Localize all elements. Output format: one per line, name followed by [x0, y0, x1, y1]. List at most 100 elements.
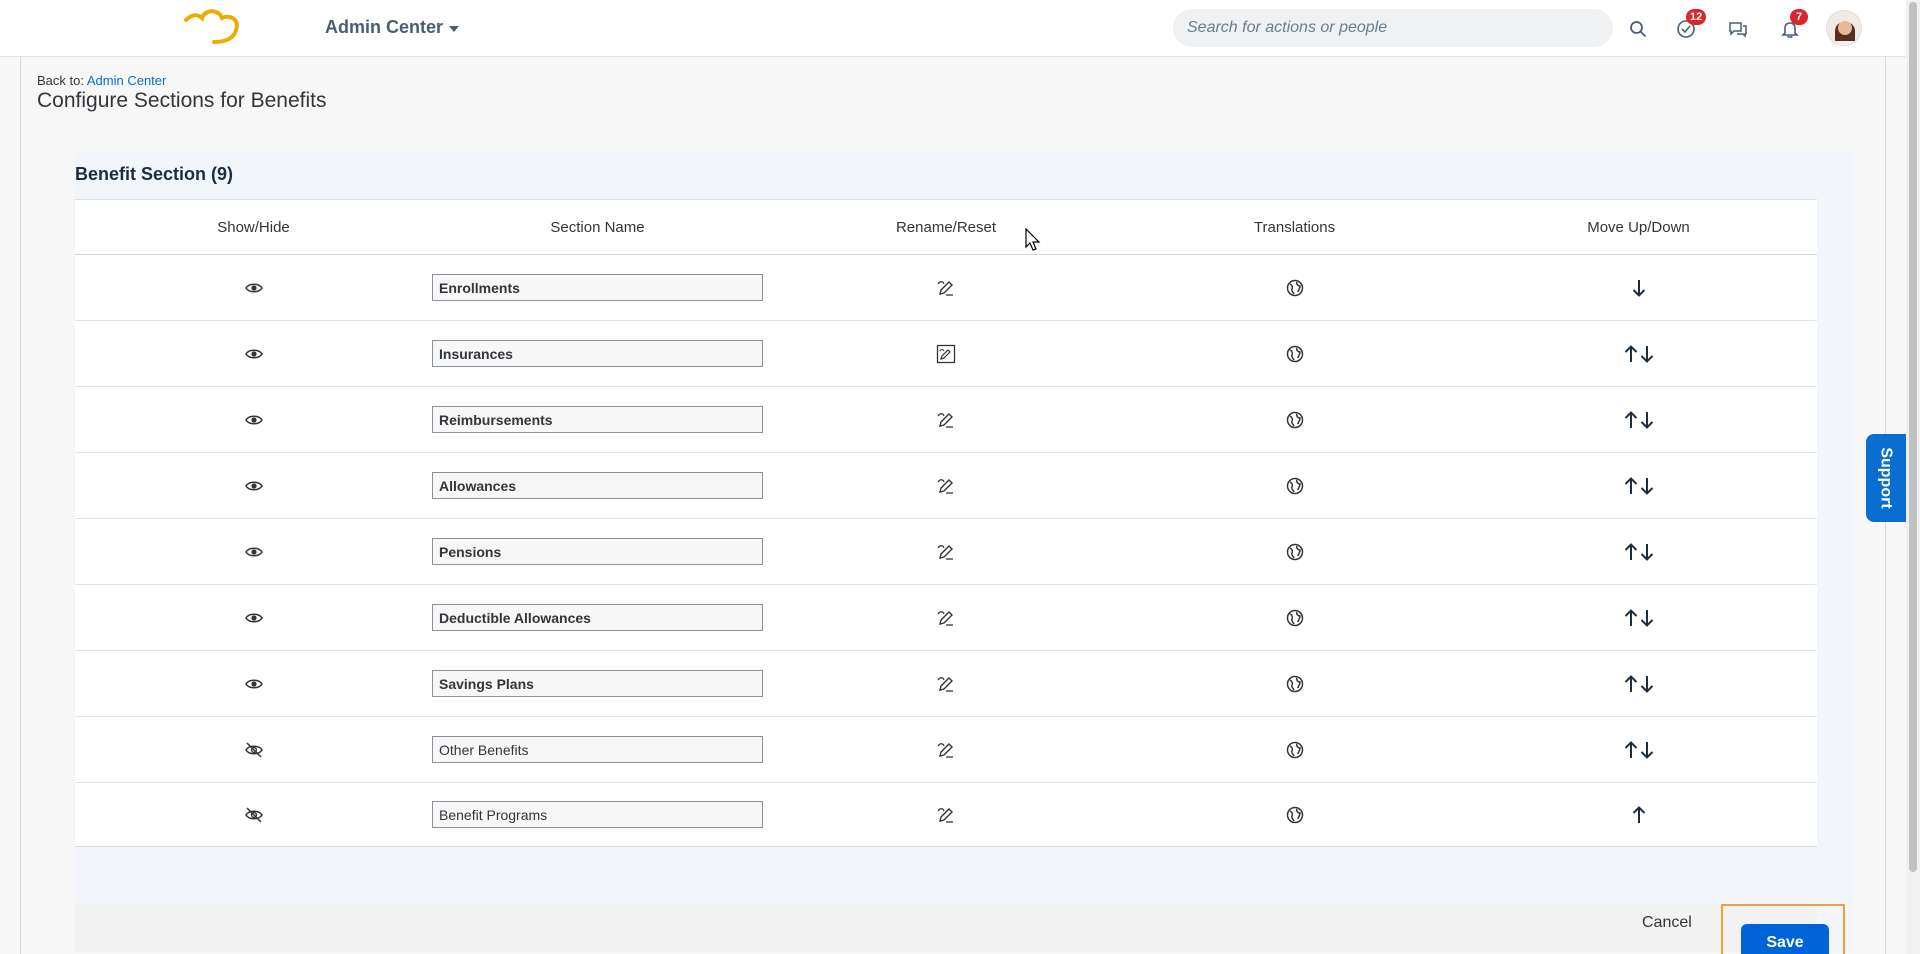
user-avatar[interactable] [1826, 10, 1862, 46]
arrow-up-icon[interactable] [1623, 670, 1639, 698]
eye-icon[interactable] [240, 538, 268, 566]
arrow-down-icon[interactable] [1639, 472, 1655, 500]
arrow-up-icon[interactable] [1623, 604, 1639, 632]
rename-icon[interactable] [932, 472, 960, 500]
show-hide-cell [75, 604, 432, 632]
section-name-cell [432, 406, 763, 433]
translations-cell [1129, 604, 1460, 632]
eye-icon[interactable] [240, 604, 268, 632]
cancel-button[interactable]: Cancel [1642, 914, 1692, 932]
table-row [75, 321, 1817, 387]
section-name-input[interactable] [432, 801, 763, 828]
section-name-input[interactable] [432, 538, 763, 565]
translations-cell [1129, 670, 1460, 698]
rename-icon[interactable] [932, 274, 960, 302]
move-cell [1460, 274, 1817, 302]
translations-cell [1129, 801, 1460, 829]
section-name-cell [432, 538, 763, 565]
arrow-down-icon[interactable] [1639, 604, 1655, 632]
rename-icon[interactable] [932, 670, 960, 698]
section-name-input[interactable] [432, 406, 763, 433]
save-button[interactable]: Save [1741, 924, 1829, 954]
translations-cell [1129, 274, 1460, 302]
arrow-up-icon[interactable] [1623, 538, 1639, 566]
move-cell [1460, 736, 1817, 764]
globe-icon[interactable] [1281, 604, 1309, 632]
scrollbar-thumb[interactable] [1909, 2, 1917, 872]
column-header: Translations [1253, 218, 1336, 236]
arrow-up-icon[interactable] [1623, 472, 1639, 500]
app-switcher[interactable]: Admin Center [325, 17, 460, 38]
tasks-icon[interactable]: 12 [1671, 9, 1707, 44]
arrow-up-icon[interactable] [1623, 736, 1639, 764]
arrow-down-icon[interactable] [1639, 538, 1655, 566]
page-content: Back to: Admin Center Configure Sections… [20, 57, 1886, 954]
column-header: Show/Hide [217, 218, 290, 236]
eye-icon[interactable] [240, 406, 268, 434]
section-name-input[interactable] [432, 472, 763, 499]
show-hide-cell [75, 736, 432, 764]
show-hide-cell [75, 406, 432, 434]
eye-hidden-icon[interactable] [240, 801, 268, 829]
section-name-input[interactable] [432, 670, 763, 697]
chat-icon[interactable] [1723, 14, 1753, 44]
arrow-up-icon[interactable] [1623, 406, 1639, 434]
notifications-badge: 7 [1790, 9, 1808, 25]
table-row [75, 453, 1817, 519]
mouse-cursor-icon [1025, 228, 1041, 251]
rename-reset-cell [763, 406, 1129, 434]
section-name-cell [432, 670, 763, 697]
section-title: Benefit Section (9) [75, 164, 234, 184]
translations-cell [1129, 472, 1460, 500]
eye-hidden-icon[interactable] [240, 736, 268, 764]
rename-icon[interactable] [932, 801, 960, 829]
globe-icon[interactable] [1281, 472, 1309, 500]
arrow-up-icon[interactable] [1623, 340, 1639, 368]
scrollbar[interactable] [1906, 0, 1920, 954]
breadcrumb-link[interactable]: Admin Center [87, 73, 166, 88]
benefit-section-card: Benefit Section (9) Show/Hide Section Na… [74, 152, 1854, 954]
globe-icon[interactable] [1281, 670, 1309, 698]
arrow-down-icon[interactable] [1631, 274, 1647, 302]
search-icon[interactable] [1623, 14, 1653, 44]
arrow-down-icon[interactable] [1639, 406, 1655, 434]
show-hide-cell [75, 340, 432, 368]
arrow-down-icon[interactable] [1639, 340, 1655, 368]
breadcrumb: Back to: Admin Center [37, 73, 166, 88]
company-logo[interactable] [184, 8, 244, 48]
translations-cell [1129, 340, 1460, 368]
arrow-up-icon[interactable] [1631, 801, 1647, 829]
section-name-input[interactable] [432, 736, 763, 763]
globe-icon[interactable] [1281, 736, 1309, 764]
shell-header: Admin Center 12 7 [0, 0, 1906, 57]
eye-icon[interactable] [240, 274, 268, 302]
notifications-icon[interactable]: 7 [1775, 9, 1808, 44]
table-row [75, 519, 1817, 585]
support-tab[interactable]: Support [1866, 434, 1906, 522]
globe-icon[interactable] [1281, 406, 1309, 434]
sections-table: Show/Hide Section Name Rename/Reset Tran… [75, 199, 1817, 847]
section-name-input[interactable] [432, 340, 763, 367]
section-name-input[interactable] [432, 604, 763, 631]
section-name-input[interactable] [432, 274, 763, 301]
reset-icon[interactable] [932, 340, 960, 368]
table-row [75, 255, 1817, 321]
app-title: Admin Center [325, 17, 444, 37]
globe-icon[interactable] [1281, 538, 1309, 566]
rename-icon[interactable] [932, 406, 960, 434]
rename-icon[interactable] [932, 604, 960, 632]
arrow-down-icon[interactable] [1639, 736, 1655, 764]
eye-icon[interactable] [240, 340, 268, 368]
rename-icon[interactable] [932, 538, 960, 566]
globe-icon[interactable] [1281, 801, 1309, 829]
move-cell [1460, 801, 1817, 829]
globe-icon[interactable] [1281, 340, 1309, 368]
rename-icon[interactable] [932, 736, 960, 764]
search-input[interactable] [1173, 9, 1613, 47]
arrow-down-icon[interactable] [1639, 670, 1655, 698]
eye-icon[interactable] [240, 472, 268, 500]
rename-reset-cell [763, 274, 1129, 302]
table-header: Show/Hide Section Name Rename/Reset Tran… [75, 200, 1817, 255]
globe-icon[interactable] [1281, 274, 1309, 302]
eye-icon[interactable] [240, 670, 268, 698]
